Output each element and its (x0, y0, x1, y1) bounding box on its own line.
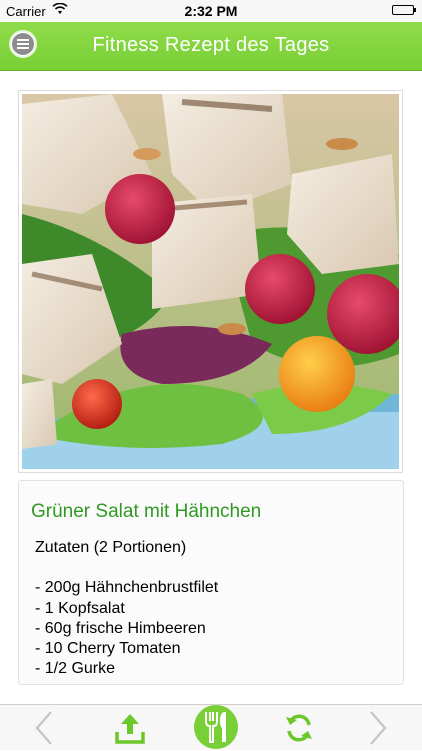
recipe-card: Grüner Salat mit Hähnchen Zutaten (2 Por… (18, 480, 404, 685)
ingredient-item: - 10 Cherry Tomaten (35, 640, 181, 658)
share-button[interactable] (108, 705, 152, 751)
salad-photo (22, 94, 399, 469)
ingredients-list: Zutaten (2 Portionen) - 200g Hähnchenbru… (35, 538, 218, 680)
recipe-photo-card (18, 90, 403, 473)
ingredient-item: - 60g frische Himbeeren (35, 619, 206, 637)
fork-knife-icon (205, 712, 226, 743)
navigation-bar: Fitness Rezept des Tages (0, 22, 422, 71)
recipe-title: Grüner Salat mit Hähnchen (31, 501, 262, 522)
clock: 2:32 PM (184, 3, 238, 19)
page-title: Fitness Rezept des Tages (92, 34, 330, 56)
back-button[interactable] (24, 705, 64, 751)
recipes-button[interactable] (192, 705, 240, 751)
status-bar: Carrier 2:32 PM (0, 0, 422, 22)
bottom-toolbar (0, 704, 422, 750)
chevron-left-icon (35, 711, 52, 745)
battery-icon (392, 5, 416, 15)
refresh-icon (286, 714, 312, 742)
ingredients-heading: Zutaten (2 Portionen) (35, 539, 187, 556)
ingredient-item: - 200g Hähnchenbrustfilet (35, 579, 219, 597)
chevron-right-icon (370, 711, 387, 745)
share-icon (115, 714, 145, 744)
ingredient-item: - 1/2 Gurke (35, 660, 116, 678)
refresh-button[interactable] (277, 705, 321, 751)
forward-button[interactable] (358, 705, 398, 751)
ingredient-item: - 1 Kopfsalat (35, 599, 125, 617)
